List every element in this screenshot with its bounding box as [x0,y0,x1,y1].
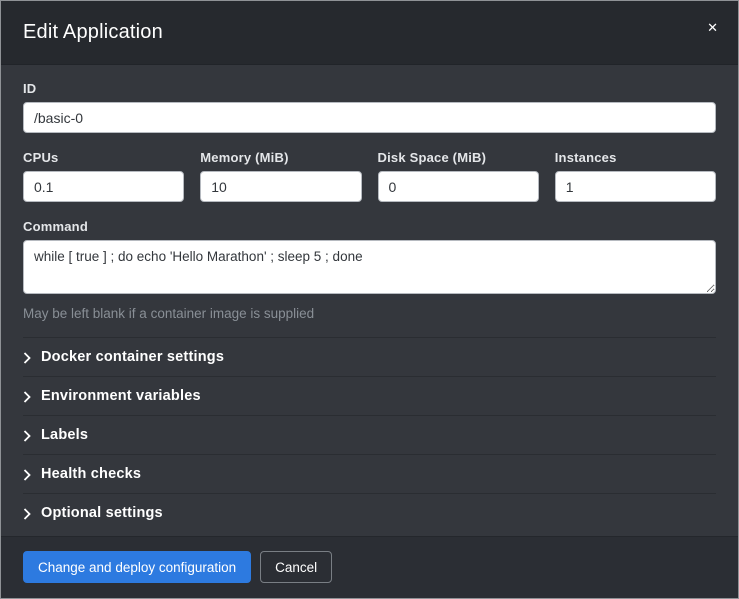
memory-field-group: Memory (MiB) [200,150,361,202]
id-label: ID [23,81,716,96]
command-help-text: May be left blank if a container image i… [23,306,716,321]
cpus-field-group: CPUs [23,150,184,202]
section-labels[interactable]: Labels [23,415,716,454]
chevron-right-icon [23,469,31,481]
chevron-right-icon [23,430,31,442]
section-label: Health checks [41,466,141,482]
section-label: Environment variables [41,388,201,404]
cancel-button[interactable]: Cancel [260,551,332,583]
id-field-group: ID [23,81,716,133]
collapsible-sections: Docker container settings Environment va… [23,337,716,532]
command-textarea[interactable]: while [ true ] ; do echo 'Hello Marathon… [23,240,716,294]
command-label: Command [23,219,716,234]
section-label: Labels [41,427,88,443]
disk-space-label: Disk Space (MiB) [378,150,539,165]
change-and-deploy-button[interactable]: Change and deploy configuration [23,551,251,583]
section-health-checks[interactable]: Health checks [23,454,716,493]
close-button[interactable]: ✕ [703,17,722,38]
chevron-right-icon [23,391,31,403]
section-label: Optional settings [41,505,163,521]
instances-field-group: Instances [555,150,716,202]
close-icon: ✕ [707,20,718,35]
modal-header: Edit Application ✕ [1,1,738,65]
page-title: Edit Application [23,21,163,44]
command-field-group: Command while [ true ] ; do echo 'Hello … [23,219,716,335]
chevron-right-icon [23,352,31,364]
instances-input[interactable] [555,171,716,202]
disk-space-input[interactable] [378,171,539,202]
edit-application-modal: Edit Application ✕ ID CPUs Memory (MiB) … [0,0,739,599]
modal-body: ID CPUs Memory (MiB) Disk Space (MiB) In… [1,65,738,536]
section-environment-variables[interactable]: Environment variables [23,376,716,415]
id-input[interactable] [23,102,716,133]
memory-label: Memory (MiB) [200,150,361,165]
section-optional-settings[interactable]: Optional settings [23,493,716,532]
resources-row: CPUs Memory (MiB) Disk Space (MiB) Insta… [23,150,716,202]
cpus-input[interactable] [23,171,184,202]
modal-footer: Change and deploy configuration Cancel [1,536,738,598]
memory-input[interactable] [200,171,361,202]
section-docker-container-settings[interactable]: Docker container settings [23,337,716,376]
chevron-right-icon [23,508,31,520]
disk-field-group: Disk Space (MiB) [378,150,539,202]
instances-label: Instances [555,150,716,165]
section-label: Docker container settings [41,349,224,365]
cpus-label: CPUs [23,150,184,165]
